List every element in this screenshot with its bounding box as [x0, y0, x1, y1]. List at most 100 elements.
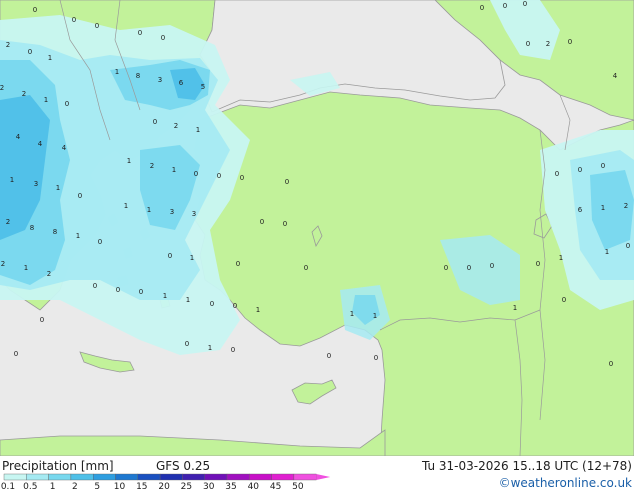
point-value-label: 0: [153, 118, 157, 126]
point-value-label: 0: [562, 296, 566, 304]
point-value-label: 1: [605, 248, 609, 256]
point-value-label: 8: [30, 224, 34, 232]
scale-swatch: [249, 473, 272, 481]
point-value-label: 0: [568, 38, 572, 46]
point-value-label: 0: [555, 170, 559, 178]
scale-swatch: [92, 473, 116, 481]
model-name: GFS 0.25: [156, 459, 210, 473]
scale-swatch: [115, 473, 138, 481]
scale-swatch: [293, 473, 317, 481]
point-value-label: 3: [192, 210, 196, 218]
point-value-label: 0: [161, 34, 165, 42]
point-value-label: 2: [47, 270, 51, 278]
scale-label: 25: [181, 482, 192, 490]
scale-label: 50: [292, 482, 304, 490]
scale-label: 35: [225, 482, 236, 490]
point-value-label: 8: [53, 228, 57, 236]
point-value-label: 0: [578, 166, 582, 174]
point-value-label: 1: [115, 68, 119, 76]
point-value-label: 0: [236, 260, 240, 268]
point-value-label: 1: [196, 126, 200, 134]
scale-label: 0.5: [23, 482, 37, 490]
scale-swatch: [271, 473, 295, 481]
point-value-label: 0: [467, 264, 471, 272]
point-value-label: 0: [240, 174, 244, 182]
point-value-label: 1: [147, 206, 151, 214]
point-value-label: 0: [260, 218, 264, 226]
scale-swatch: [159, 473, 183, 481]
scale-swatch: [182, 473, 205, 481]
point-value-label: 5: [201, 83, 205, 91]
scale-label: 45: [270, 482, 281, 490]
point-value-label: 4: [62, 144, 67, 152]
scale-swatch: [26, 473, 49, 481]
point-value-label: 4: [613, 72, 618, 80]
scale-label: 10: [114, 482, 126, 490]
point-value-label: 0: [28, 48, 32, 56]
point-value-label: 0: [233, 302, 237, 310]
point-value-label: 2: [624, 202, 628, 210]
point-value-label: 1: [76, 232, 80, 240]
point-value-label: 1: [350, 310, 354, 318]
point-value-label: 2: [22, 90, 26, 98]
point-value-label: 6: [179, 79, 184, 87]
point-value-label: 1: [24, 264, 28, 272]
point-value-label: 1: [186, 296, 190, 304]
point-value-label: 2: [150, 162, 154, 170]
point-value-label: 0: [93, 282, 97, 290]
scale-label: 5: [94, 482, 100, 490]
point-value-label: 2: [6, 218, 10, 226]
point-value-label: 0: [72, 16, 76, 24]
point-value-label: 0: [626, 242, 630, 250]
point-value-label: 6: [578, 206, 583, 214]
point-value-label: 0: [231, 346, 235, 354]
map-title: Precipitation [mm]: [2, 459, 114, 473]
precipitation-scale: 0.1 0.5 1 2 5 10 15 20 25 30 35 40 45 50: [1, 473, 331, 490]
valid-time: Tu 31-03-2026 15..18 UTC (12+78): [421, 459, 632, 473]
scale-label: 1: [50, 482, 56, 490]
point-value-label: 1: [373, 312, 377, 320]
scale-label: 0.1: [1, 482, 15, 490]
scale-swatch: [137, 473, 161, 481]
point-value-label: 8: [136, 72, 140, 80]
point-value-label: 1: [48, 54, 52, 62]
point-value-label: 0: [490, 262, 494, 270]
scale-label: 30: [203, 482, 215, 490]
point-value-label: 1: [172, 166, 176, 174]
point-value-label: 0: [480, 4, 484, 12]
point-value-label: 0: [95, 22, 99, 30]
point-value-label: 0: [40, 316, 44, 324]
scale-label: 2: [72, 482, 78, 490]
point-value-label: 0: [78, 192, 82, 200]
point-value-label: 1: [256, 306, 260, 314]
point-value-label: 1: [44, 96, 48, 104]
point-value-label: 0: [536, 260, 540, 268]
point-value-label: 1: [127, 157, 131, 165]
point-value-label: 0: [217, 172, 221, 180]
point-value-label: 1: [208, 344, 212, 352]
scale-label: 40: [248, 482, 260, 490]
point-value-label: 0: [194, 170, 198, 178]
point-value-label: 0: [609, 360, 613, 368]
point-value-label: 2: [1, 260, 5, 268]
point-value-label: 2: [174, 122, 178, 130]
point-value-label: 1: [559, 254, 563, 262]
point-value-label: 0: [33, 6, 37, 14]
point-value-label: 0: [168, 252, 172, 260]
scale-label: 20: [158, 482, 170, 490]
point-value-label: 2: [0, 84, 4, 92]
point-value-label: 0: [185, 340, 189, 348]
point-value-label: 0: [327, 352, 331, 360]
point-value-label: 3: [34, 180, 38, 188]
point-value-label: 4: [38, 140, 43, 148]
point-value-label: 0: [285, 178, 289, 186]
point-value-label: 0: [374, 354, 378, 362]
point-value-label: 0: [210, 300, 214, 308]
point-value-label: 3: [170, 208, 174, 216]
scale-swatch: [70, 473, 94, 481]
point-value-label: 0: [523, 0, 527, 8]
point-value-label: 0: [526, 40, 530, 48]
point-value-label: 2: [546, 40, 550, 48]
scale-label: 15: [136, 482, 147, 490]
point-value-label: 2: [6, 41, 10, 49]
